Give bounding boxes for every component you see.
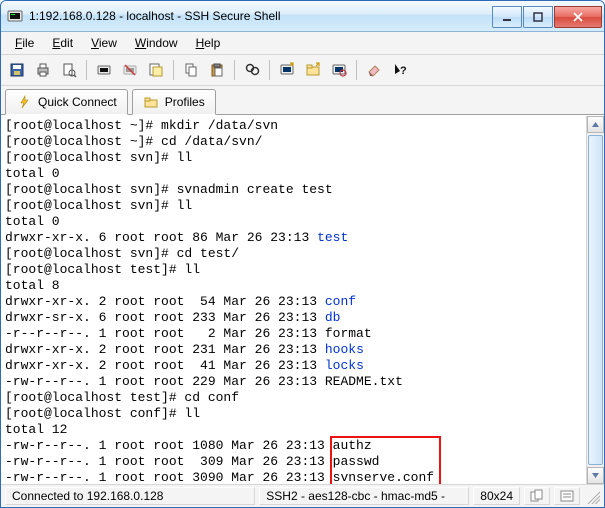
svg-text:?: ? — [400, 65, 407, 77]
terminal-line: drwxr-xr-x. 2 root root 54 Mar 26 23:13 … — [5, 294, 582, 310]
terminal-line: total 8 — [5, 278, 582, 294]
terminal[interactable]: [root@localhost ~]# mkdir /data/svn[root… — [1, 116, 586, 484]
menu-view[interactable]: View — [83, 34, 125, 52]
toolbar: ? — [1, 55, 604, 86]
terminal-line: -rw-r--r--. 1 root root 309 Mar 26 23:13… — [5, 454, 582, 470]
terminal-line: -rw-r--r--. 1 root root 3090 Mar 26 23:1… — [5, 470, 582, 484]
menubar: File Edit View Window Help — [1, 32, 604, 55]
maximize-button[interactable] — [523, 6, 553, 28]
scroll-up-button[interactable] — [587, 116, 604, 133]
terminal-line: total 12 — [5, 422, 582, 438]
menu-file[interactable]: File — [7, 34, 42, 52]
status-connection: Connected to 192.168.0.128 — [5, 487, 255, 505]
terminal-line: drwxr-xr-x. 2 root root 41 Mar 26 23:13 … — [5, 358, 582, 374]
find-icon[interactable] — [240, 58, 264, 82]
terminal-line: [root@localhost svn]# ll — [5, 150, 582, 166]
terminal-line: [root@localhost svn]# svnadmin create te… — [5, 182, 582, 198]
terminal-area: [root@localhost ~]# mkdir /data/svn[root… — [1, 115, 604, 484]
menu-edit[interactable]: Edit — [44, 34, 81, 52]
eraser-icon[interactable] — [362, 58, 386, 82]
terminal-line: [root@localhost ~]# cd /data/svn/ — [5, 134, 582, 150]
terminal-line: total 0 — [5, 214, 582, 230]
paste-icon[interactable] — [205, 58, 229, 82]
lightning-icon — [16, 94, 32, 110]
terminal-line: [root@localhost ~]# mkdir /data/svn — [5, 118, 582, 134]
app-icon — [7, 8, 23, 24]
profiles-icon[interactable] — [144, 58, 168, 82]
terminal-line: drwxr-xr-x. 2 root root 231 Mar 26 23:13… — [5, 342, 582, 358]
scrollbar-thumb[interactable] — [588, 135, 603, 465]
status-icon-2 — [554, 487, 580, 505]
tab-profiles[interactable]: Profiles — [132, 89, 216, 115]
tab-quick-connect[interactable]: Quick Connect — [5, 89, 128, 115]
titlebar: 1:192.168.0.128 - localhost - SSH Secure… — [1, 1, 604, 32]
separator — [269, 60, 270, 80]
print-preview-icon[interactable] — [57, 58, 81, 82]
copy-icon[interactable] — [179, 58, 203, 82]
minimize-button[interactable] — [492, 6, 522, 28]
settings-icon[interactable] — [327, 58, 351, 82]
menu-window[interactable]: Window — [127, 34, 186, 52]
vertical-scrollbar[interactable] — [586, 116, 604, 484]
connect-icon[interactable] — [92, 58, 116, 82]
folder-icon — [143, 94, 159, 110]
print-icon[interactable] — [31, 58, 55, 82]
terminal-line: -r--r--r--. 1 root root 2 Mar 26 23:13 f… — [5, 326, 582, 342]
scrollbar-track[interactable] — [587, 133, 604, 467]
new-file-transfer-icon[interactable] — [301, 58, 325, 82]
separator — [173, 60, 174, 80]
terminal-line: [root@localhost test]# cd conf — [5, 390, 582, 406]
terminal-line: [root@localhost svn]# cd test/ — [5, 246, 582, 262]
window-title: 1:192.168.0.128 - localhost - SSH Secure… — [29, 9, 491, 23]
terminal-line: -rw-r--r--. 1 root root 1080 Mar 26 23:1… — [5, 438, 582, 454]
separator — [86, 60, 87, 80]
terminal-line: [root@localhost svn]# ll — [5, 198, 582, 214]
terminal-line: total 0 — [5, 166, 582, 182]
terminal-line: [root@localhost test]# ll — [5, 262, 582, 278]
window-controls — [491, 6, 602, 26]
ssh-window: 1:192.168.0.128 - localhost - SSH Secure… — [0, 0, 605, 508]
tabbar: Quick Connect Profiles — [1, 86, 604, 115]
tab-label: Quick Connect — [38, 95, 117, 109]
new-terminal-icon[interactable] — [275, 58, 299, 82]
terminal-line: -rw-r--r--. 1 root root 229 Mar 26 23:13… — [5, 374, 582, 390]
close-button[interactable] — [554, 6, 602, 28]
status-size: 80x24 — [473, 487, 520, 505]
save-icon[interactable] — [5, 58, 29, 82]
disconnect-icon[interactable] — [118, 58, 142, 82]
separator — [234, 60, 235, 80]
scroll-down-button[interactable] — [587, 467, 604, 484]
terminal-line: drwxr-sr-x. 6 root root 233 Mar 26 23:13… — [5, 310, 582, 326]
terminal-line: drwxr-xr-x. 6 root root 86 Mar 26 23:13 … — [5, 230, 582, 246]
statusbar: Connected to 192.168.0.128 SSH2 - aes128… — [1, 484, 604, 507]
help-icon[interactable]: ? — [388, 58, 412, 82]
tab-label: Profiles — [165, 95, 205, 109]
status-icon-1 — [524, 487, 550, 505]
status-cipher: SSH2 - aes128-cbc - hmac-md5 - — [259, 487, 469, 505]
terminal-line: [root@localhost conf]# ll — [5, 406, 582, 422]
resize-grip[interactable] — [584, 488, 600, 504]
separator — [356, 60, 357, 80]
menu-help[interactable]: Help — [188, 34, 229, 52]
